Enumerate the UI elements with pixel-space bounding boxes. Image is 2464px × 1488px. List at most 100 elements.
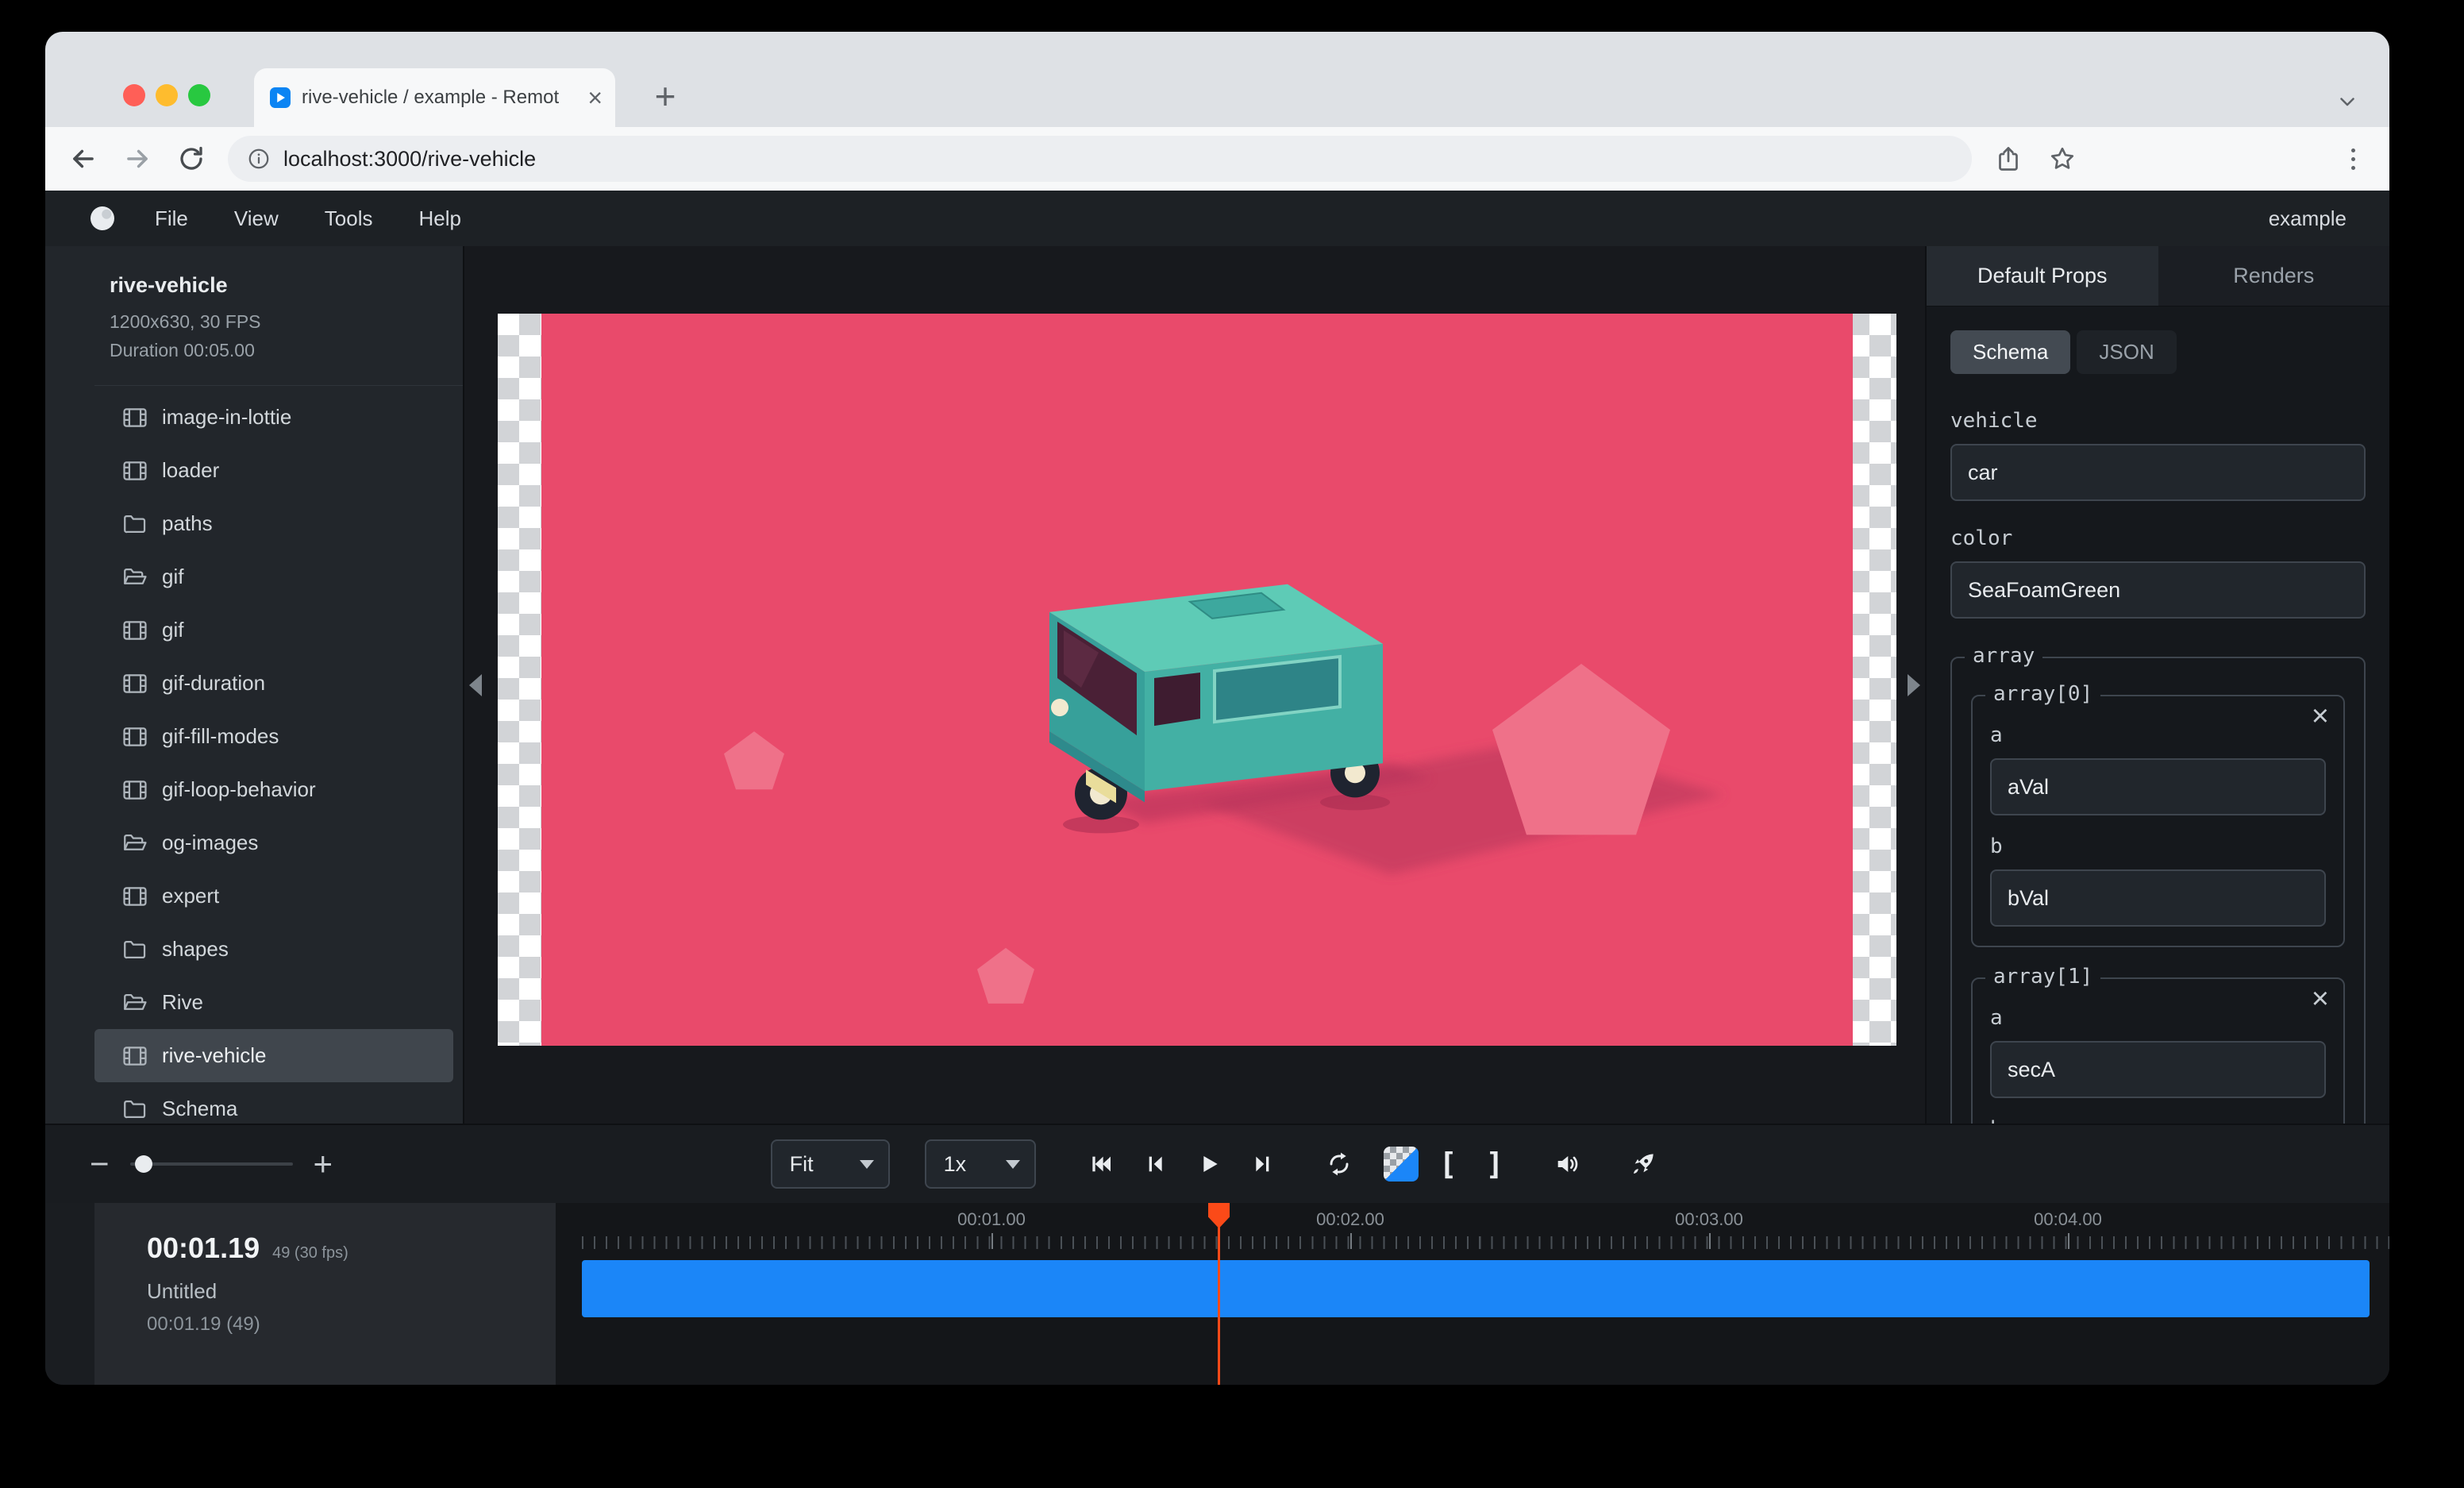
array-1-a-input[interactable]: secA: [1990, 1041, 2326, 1098]
zoom-out-button[interactable]: −: [90, 1147, 110, 1181]
collapse-left-panel-icon[interactable]: [469, 674, 482, 696]
speed-dropdown-value: 1x: [944, 1152, 967, 1177]
share-icon[interactable]: [1991, 141, 2026, 176]
reload-icon[interactable]: [174, 141, 209, 176]
zoom-in-button[interactable]: +: [314, 1147, 333, 1181]
zoom-slider[interactable]: [130, 1162, 293, 1166]
tab-close-icon[interactable]: ×: [587, 85, 603, 110]
sidebar-item-label: gif-loop-behavior: [162, 777, 316, 802]
skip-to-start-icon: [1088, 1151, 1114, 1177]
composition-duration: Duration 00:05.00: [110, 336, 447, 364]
playback-speed-dropdown[interactable]: 1x: [925, 1139, 1036, 1189]
tab-renders[interactable]: Renders: [2158, 246, 2390, 306]
url-bar[interactable]: localhost:3000/rive-vehicle: [228, 136, 1972, 182]
timeline-track-bar[interactable]: [582, 1260, 2370, 1317]
tab-search-chevron-icon[interactable]: [2335, 89, 2359, 117]
props-panel: Default Props Renders Schema JSON vehicl…: [1925, 246, 2389, 1124]
sidebar-item-shapes[interactable]: shapes: [94, 923, 453, 976]
minimize-window-button[interactable]: [156, 84, 178, 106]
sidebar-item-gif-loop-behavior[interactable]: gif-loop-behavior: [94, 763, 453, 816]
app-logo-icon[interactable]: [88, 204, 117, 233]
forward-icon[interactable]: [120, 141, 155, 176]
sidebar-item-label: Rive: [162, 990, 203, 1015]
sidebar-item-loader[interactable]: loader: [94, 444, 453, 497]
out-point-button[interactable]: ]: [1478, 1147, 1512, 1182]
folder-open-icon: [121, 830, 148, 857]
composition-title: rive-vehicle: [110, 273, 447, 298]
browser-tab[interactable]: rive-vehicle / example - Remot ×: [254, 68, 615, 127]
color-input[interactable]: SeaFoamGreen: [1950, 561, 2366, 619]
play-button[interactable]: [1188, 1143, 1230, 1185]
transparency-background-toggle-icon[interactable]: [1384, 1147, 1419, 1182]
loop-toggle-button[interactable]: [1319, 1143, 1360, 1185]
field-label-vehicle: vehicle: [1950, 409, 2366, 433]
menu-tools[interactable]: Tools: [307, 200, 391, 237]
sidebar-item-label: gif: [162, 565, 183, 589]
browser-navbar: localhost:3000/rive-vehicle: [45, 127, 2389, 191]
collapse-right-panel-icon[interactable]: [1908, 674, 1920, 696]
field-label-a: a: [1990, 723, 2326, 747]
vehicle-input[interactable]: car: [1950, 444, 2366, 501]
zoom-slider-knob[interactable]: [135, 1155, 152, 1173]
track-timecode: 00:01.19 (49): [147, 1313, 556, 1336]
menu-help[interactable]: Help: [402, 200, 479, 237]
back-icon[interactable]: [66, 141, 101, 176]
playhead-handle[interactable]: [1208, 1203, 1230, 1228]
fit-dropdown-value: Fit: [790, 1152, 814, 1177]
sidebar-item-gif-fill-modes[interactable]: gif-fill-modes: [94, 710, 453, 763]
playhead[interactable]: [1218, 1203, 1220, 1385]
sidebar-item-rive[interactable]: Rive: [94, 976, 453, 1029]
sidebar-item-paths[interactable]: paths: [94, 497, 453, 550]
new-tab-button[interactable]: +: [642, 73, 688, 119]
timeline-track-area[interactable]: 00:01.00 00:02.00 00:03.00 00:04.00: [556, 1203, 2389, 1385]
composition-list: image-in-lottie loader paths gif gif: [94, 386, 463, 1135]
previous-frame-button[interactable]: [1134, 1143, 1176, 1185]
mute-button[interactable]: [1546, 1143, 1588, 1185]
field-label-color: color: [1950, 526, 2366, 550]
folder-icon: [121, 936, 148, 963]
bookmark-star-icon[interactable]: [2045, 141, 2080, 176]
array-group: array array[0] × a aVal b bVal array[1] …: [1950, 657, 2366, 1124]
in-point-button[interactable]: [: [1431, 1147, 1465, 1182]
project-name: example: [2269, 206, 2347, 231]
speaker-icon: [1554, 1151, 1580, 1177]
menu-file[interactable]: File: [137, 200, 206, 237]
sidebar-item-image-in-lottie[interactable]: image-in-lottie: [94, 391, 453, 444]
sidebar-item-rive-vehicle[interactable]: rive-vehicle: [94, 1029, 453, 1082]
array-0-a-input[interactable]: aVal: [1990, 758, 2326, 815]
remove-array-item-icon[interactable]: ×: [2312, 984, 2329, 1014]
menu-view[interactable]: View: [217, 200, 296, 237]
maximize-window-button[interactable]: [188, 84, 210, 106]
sidebar-item-expert[interactable]: expert: [94, 869, 453, 923]
url-text: localhost:3000/rive-vehicle: [283, 147, 536, 172]
compositions-sidebar: rive-vehicle 1200x630, 30 FPS Duration 0…: [45, 246, 464, 1124]
sidebar-item-og-images[interactable]: og-images: [94, 816, 453, 869]
array-0-b-input[interactable]: bVal: [1990, 869, 2326, 927]
close-window-button[interactable]: [123, 84, 145, 106]
sidebar-item-gif-duration[interactable]: gif-duration: [94, 657, 453, 710]
sidebar-item-gif-folder[interactable]: gif: [94, 550, 453, 603]
browser-menu-icon[interactable]: [2337, 148, 2369, 170]
film-icon: [121, 617, 148, 644]
site-info-icon[interactable]: [247, 147, 271, 171]
playback-toolbar: − + Fit 1x: [45, 1124, 2389, 1203]
mode-schema[interactable]: Schema: [1950, 330, 2070, 374]
current-timecode: 00:01.19: [147, 1232, 260, 1265]
array-item-0: array[0] × a aVal b bVal: [1971, 695, 2345, 947]
composition-dimensions: 1200x630, 30 FPS: [110, 307, 447, 336]
render-button[interactable]: [1623, 1143, 1664, 1185]
fit-dropdown[interactable]: Fit: [771, 1139, 890, 1189]
sidebar-item-gif[interactable]: gif: [94, 603, 453, 657]
transport-controls: Fit 1x [ ]: [771, 1139, 1665, 1189]
film-icon: [121, 457, 148, 484]
timeline-ruler[interactable]: [582, 1236, 2389, 1249]
loop-icon: [1326, 1151, 1352, 1177]
sidebar-item-label: gif-duration: [162, 671, 265, 696]
tab-default-props[interactable]: Default Props: [1927, 246, 2158, 306]
remove-array-item-icon[interactable]: ×: [2312, 701, 2329, 731]
next-frame-button[interactable]: [1242, 1143, 1284, 1185]
sidebar-item-label: rive-vehicle: [162, 1043, 267, 1068]
mode-json[interactable]: JSON: [2077, 330, 2176, 374]
film-icon: [121, 670, 148, 697]
skip-to-start-button[interactable]: [1080, 1143, 1122, 1185]
